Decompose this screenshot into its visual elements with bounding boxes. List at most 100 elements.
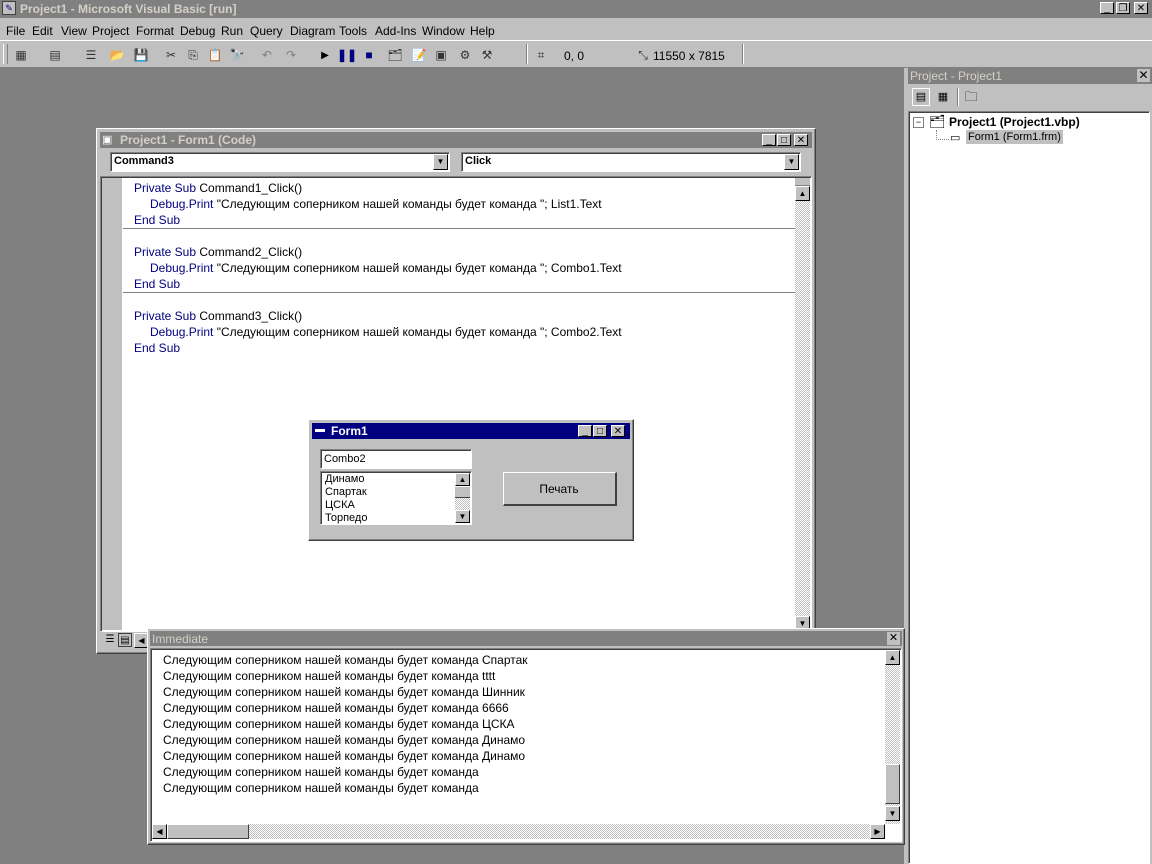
form-layout-icon[interactable]: ▣	[432, 46, 450, 64]
immediate-close-button[interactable]: ✕	[887, 632, 900, 645]
menu-view[interactable]: View	[61, 24, 87, 38]
tree-item-form1[interactable]: Form1 (Form1.frm)	[966, 130, 1063, 144]
view-object-icon[interactable]: ▦	[934, 88, 952, 106]
menu-edit[interactable]: Edit	[32, 24, 53, 38]
tree-item-project[interactable]: Project1 (Project1.vbp)	[949, 115, 1080, 129]
combo2-textbox[interactable]: Combo2	[320, 449, 472, 469]
object-combo[interactable]: Command3 ▼	[110, 152, 450, 172]
find-icon[interactable]: 🔭	[228, 46, 246, 64]
immediate-hscroll-thumb[interactable]	[167, 824, 249, 839]
tree-collapse-toggle[interactable]: −	[913, 117, 924, 128]
immediate-line: Следующим соперником нашей команды будет…	[163, 749, 526, 763]
immediate-line: Следующим соперником нашей команды будет…	[163, 701, 509, 715]
immediate-scroll-left-icon[interactable]: ◀	[152, 824, 167, 839]
full-module-view-icon[interactable]: ▤	[118, 633, 132, 647]
code-scroll-top-thumb[interactable]	[795, 178, 810, 186]
menu-addins[interactable]: Add-Ins	[375, 24, 416, 38]
immediate-scroll-right-icon[interactable]: ▶	[870, 824, 885, 839]
form1-title: Form1	[331, 424, 368, 438]
immediate-title: Immediate	[152, 632, 209, 646]
immediate-line: Следующим соперником нашей команды будет…	[163, 685, 525, 699]
procedure-combo-value: Click	[465, 155, 492, 167]
tree-connector	[936, 130, 949, 140]
menu-format[interactable]: Format	[136, 24, 174, 38]
print-button[interactable]: Печать	[503, 472, 617, 506]
view-code-icon[interactable]: ▤	[912, 88, 930, 106]
list-item[interactable]: Динамо	[325, 473, 364, 486]
object-browser-icon[interactable]: ⚙	[456, 46, 474, 64]
code-window-title: Project1 - Form1 (Code)	[120, 133, 257, 147]
project-tree	[908, 111, 1150, 864]
menu-editor-icon[interactable]: ☰	[82, 46, 100, 64]
end-icon[interactable]: ■	[360, 46, 378, 64]
menu-debug[interactable]: Debug	[180, 24, 215, 38]
code-vscroll-track[interactable]	[795, 178, 810, 630]
form1-maximize-button[interactable]: □	[593, 425, 607, 437]
immediate-hscroll-track[interactable]	[152, 824, 885, 839]
procedure-combo-dropdown-icon[interactable]: ▼	[784, 154, 799, 170]
list-item[interactable]: ЦСКА	[325, 499, 355, 512]
add-form-icon[interactable]: ▤	[46, 46, 64, 64]
add-project-icon[interactable]: ▦	[12, 46, 30, 64]
object-combo-dropdown-icon[interactable]: ▼	[433, 154, 448, 170]
restore-button[interactable]: ❐	[1116, 2, 1130, 14]
procedure-separator	[123, 228, 795, 229]
immediate-line: Следующим соперником нашей команды будет…	[163, 733, 526, 747]
main-title-bar: ✎ Project1 - Microsoft Visual Basic [run…	[0, 0, 1152, 18]
code-window-maximize-button[interactable]: □	[777, 134, 791, 146]
toolbox-icon[interactable]: ⚒	[478, 46, 496, 64]
project-explorer-icon[interactable]: 🗂	[386, 46, 404, 64]
properties-window-icon[interactable]: 📝	[410, 46, 428, 64]
procedure-combo[interactable]: Click ▼	[461, 152, 801, 172]
toolbar-grip[interactable]	[3, 44, 8, 64]
code-scroll-up-icon[interactable]: ▲	[795, 186, 810, 201]
code-line: Private Sub Command1_Click()	[134, 181, 303, 195]
menu-diagram[interactable]: Diagram	[290, 24, 335, 38]
menu-tools[interactable]: Tools	[339, 24, 367, 38]
form-icon: ▭	[950, 132, 961, 144]
redo-icon[interactable]: ↷	[282, 46, 300, 64]
immediate-vscroll-thumb[interactable]	[885, 764, 900, 804]
immediate-line: Следующим соперником нашей команды будет…	[163, 669, 496, 683]
size-icon: ⤡	[638, 47, 648, 62]
close-button[interactable]: ✕	[1134, 2, 1148, 14]
menu-file[interactable]: File	[6, 24, 25, 38]
immediate-scroll-down-icon[interactable]: ▼	[885, 806, 900, 821]
menu-project[interactable]: Project	[92, 24, 129, 38]
code-line: End Sub	[134, 341, 181, 355]
menu-help[interactable]: Help	[470, 24, 495, 38]
code-window-minimize-button[interactable]: _	[762, 134, 776, 146]
list1-scroll-up-icon[interactable]: ▲	[455, 473, 470, 486]
code-margin	[102, 178, 122, 630]
paste-icon[interactable]: 📋	[206, 46, 224, 64]
immediate-scroll-up-icon[interactable]: ▲	[885, 650, 900, 665]
list-item[interactable]: Торпедо	[325, 512, 367, 525]
code-line: Private Sub Command3_Click()	[134, 309, 303, 323]
immediate-line: Следующим соперником нашей команды будет…	[163, 781, 479, 795]
code-window-close-button[interactable]: ✕	[794, 134, 808, 146]
toolbar-separator	[526, 44, 528, 64]
toggle-folders-icon[interactable]: 🗀	[962, 88, 980, 106]
copy-icon[interactable]: ⎘	[184, 46, 202, 64]
break-icon[interactable]: ❚❚	[337, 46, 357, 64]
menu-query[interactable]: Query	[250, 24, 283, 38]
list1-scroll-down-icon[interactable]: ▼	[455, 510, 470, 523]
form1-close-button[interactable]: ✕	[611, 425, 625, 437]
start-icon[interactable]: ▶	[316, 46, 334, 64]
cut-icon[interactable]: ✂	[162, 46, 180, 64]
procedure-view-icon[interactable]: ☰	[103, 633, 117, 647]
undo-icon[interactable]: ↶	[258, 46, 276, 64]
menu-run[interactable]: Run	[221, 24, 243, 38]
minimize-button[interactable]: _	[1100, 2, 1114, 14]
object-combo-value: Command3	[114, 155, 174, 167]
project-icon: 🗂	[929, 114, 946, 129]
toolbar-end-separator	[742, 44, 744, 64]
form1-minimize-button[interactable]: _	[578, 425, 592, 437]
menu-window[interactable]: Window	[422, 24, 465, 38]
code-line: Private Sub Command2_Click()	[134, 245, 303, 259]
project-explorer-close-button[interactable]: ✕	[1137, 69, 1150, 82]
save-project-icon[interactable]: 💾	[132, 46, 150, 64]
list1-scroll-thumb[interactable]	[455, 486, 470, 498]
list-item[interactable]: Спартак	[325, 486, 367, 499]
open-project-icon[interactable]: 📂	[108, 46, 126, 64]
